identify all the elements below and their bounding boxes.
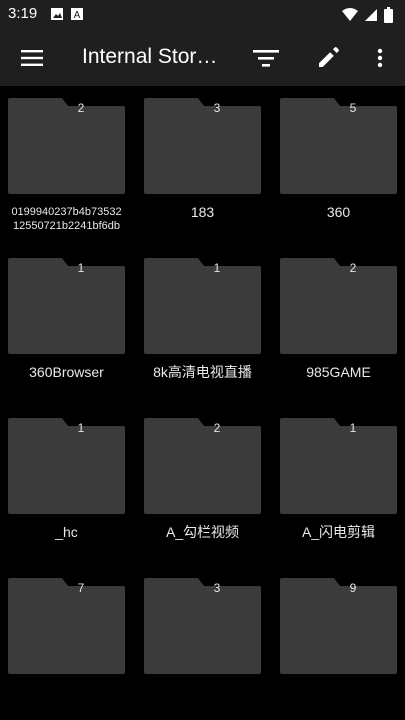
folder-tile[interactable]: 9 (280, 578, 397, 720)
folder-icon (144, 98, 261, 194)
battery-icon (384, 7, 393, 28)
folder-tile[interactable]: 5 360 (280, 98, 397, 258)
folder-grid: 2 0199940237b4b73532 12550721b2241bf6db … (8, 98, 398, 720)
sort-icon[interactable] (250, 42, 282, 74)
app-bar: Internal Stor… (0, 30, 405, 86)
folder-tile[interactable]: 2 985GAME (280, 258, 397, 418)
folder-tile[interactable]: 3 183 (144, 98, 261, 258)
folder-tile[interactable]: 1 _hc (8, 418, 125, 578)
folder-grid-view[interactable]: 2 0199940237b4b73532 12550721b2241bf6db … (0, 86, 405, 720)
item-count: 1 (349, 421, 357, 435)
status-bar: 3:19 A (0, 0, 405, 30)
item-count: 2 (349, 261, 357, 275)
folder-tile[interactable]: 1 8k高清电视直播 (144, 258, 261, 418)
folder-name: 0199940237b4b73532 12550721b2241bf6db (11, 206, 122, 232)
folder-icon (8, 98, 125, 194)
folder-icon (280, 258, 397, 354)
item-count: 3 (213, 101, 221, 115)
folder-name: A_勾栏视频 (165, 524, 240, 540)
item-count: 2 (213, 421, 221, 435)
folder-icon (280, 578, 397, 674)
folder-name: _hc (55, 524, 78, 540)
folder-tile[interactable]: 2 0199940237b4b73532 12550721b2241bf6db (8, 98, 125, 258)
folder-icon (144, 418, 261, 514)
item-count: 5 (349, 101, 357, 115)
folder-icon (8, 578, 125, 674)
edit-icon[interactable] (312, 42, 344, 74)
status-time: 3:19 (8, 5, 38, 22)
folder-name: 360 (326, 204, 351, 220)
item-count: 7 (77, 581, 85, 595)
item-count: 1 (77, 261, 85, 275)
item-count: 1 (77, 421, 85, 435)
folder-tile[interactable]: 7 (8, 578, 125, 720)
folder-tile[interactable]: 1 A_闪电剪辑 (280, 418, 397, 578)
folder-icon (8, 418, 125, 514)
more-vert-icon[interactable] (364, 42, 396, 74)
folder-tile[interactable]: 3 (144, 578, 261, 720)
folder-tile[interactable]: 2 A_勾栏视频 (144, 418, 261, 578)
svg-text:A: A (74, 10, 81, 21)
folder-icon (280, 418, 397, 514)
page-title: Internal Stor… (82, 45, 218, 68)
signal-icon (364, 8, 378, 27)
item-count: 9 (349, 581, 357, 595)
folder-name: A_闪电剪辑 (301, 524, 376, 540)
a-icon: A (70, 7, 84, 26)
item-count: 3 (213, 581, 221, 595)
folder-icon (144, 258, 261, 354)
menu-icon[interactable] (16, 42, 48, 74)
item-count: 2 (77, 101, 85, 115)
folder-name: 8k高清电视直播 (153, 364, 252, 380)
folder-icon (144, 578, 261, 674)
folder-icon (280, 98, 397, 194)
wifi-icon (342, 8, 358, 27)
folder-name: 360Browser (29, 364, 104, 380)
folder-name: 183 (190, 204, 215, 220)
folder-icon (8, 258, 125, 354)
folder-tile[interactable]: 1 360Browser (8, 258, 125, 418)
folder-name: 985GAME (306, 364, 371, 380)
item-count: 1 (213, 261, 221, 275)
image-icon (50, 7, 64, 26)
